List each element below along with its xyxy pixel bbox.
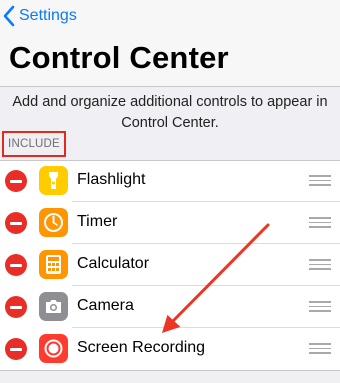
timer-icon xyxy=(39,208,68,237)
list-item-label: Screen Recording xyxy=(77,339,206,356)
calculator-icon xyxy=(39,250,68,279)
camera-icon xyxy=(39,292,68,321)
back-button[interactable]: Settings xyxy=(2,4,77,28)
navigation-bar: Settings Control Center xyxy=(0,0,340,86)
list-item-camera[interactable]: Camera xyxy=(0,286,340,328)
list-item-label: Timer xyxy=(77,213,118,230)
remove-camera-button[interactable] xyxy=(5,296,27,318)
remove-calculator-button[interactable] xyxy=(5,254,27,276)
list-item-flashlight[interactable]: Flashlight xyxy=(0,160,340,202)
remove-screen-recording-button[interactable] xyxy=(5,338,27,360)
reorder-handle[interactable] xyxy=(309,301,331,313)
reorder-handle[interactable] xyxy=(309,175,331,187)
list-item-label: Camera xyxy=(77,297,134,314)
section-header-include: INCLUDE xyxy=(2,131,66,157)
section-header-label: INCLUDE xyxy=(8,138,60,150)
divider xyxy=(0,370,340,371)
reorder-handle[interactable] xyxy=(309,259,331,271)
back-button-label: Settings xyxy=(19,7,77,24)
flashlight-icon xyxy=(39,166,68,195)
remove-flashlight-button[interactable] xyxy=(5,170,27,192)
list-item-label: Flashlight xyxy=(77,171,146,188)
reorder-handle[interactable] xyxy=(309,343,331,355)
divider xyxy=(0,86,340,87)
page-title: Control Center xyxy=(9,40,229,75)
list-item-timer[interactable]: Timer xyxy=(0,202,340,244)
list-item-label: Calculator xyxy=(77,255,150,272)
list-item-screen-recording[interactable]: Screen Recording xyxy=(0,328,340,370)
screen-recording-icon xyxy=(39,334,68,363)
remove-timer-button[interactable] xyxy=(5,212,27,234)
reorder-handle[interactable] xyxy=(309,217,331,229)
controls-list: Flashlight Timer Calculator Camera Scree… xyxy=(0,160,340,370)
description-text: Add and organize additional controls to … xyxy=(12,94,328,131)
chevron-left-icon xyxy=(3,5,15,27)
list-item-calculator[interactable]: Calculator xyxy=(0,244,340,286)
